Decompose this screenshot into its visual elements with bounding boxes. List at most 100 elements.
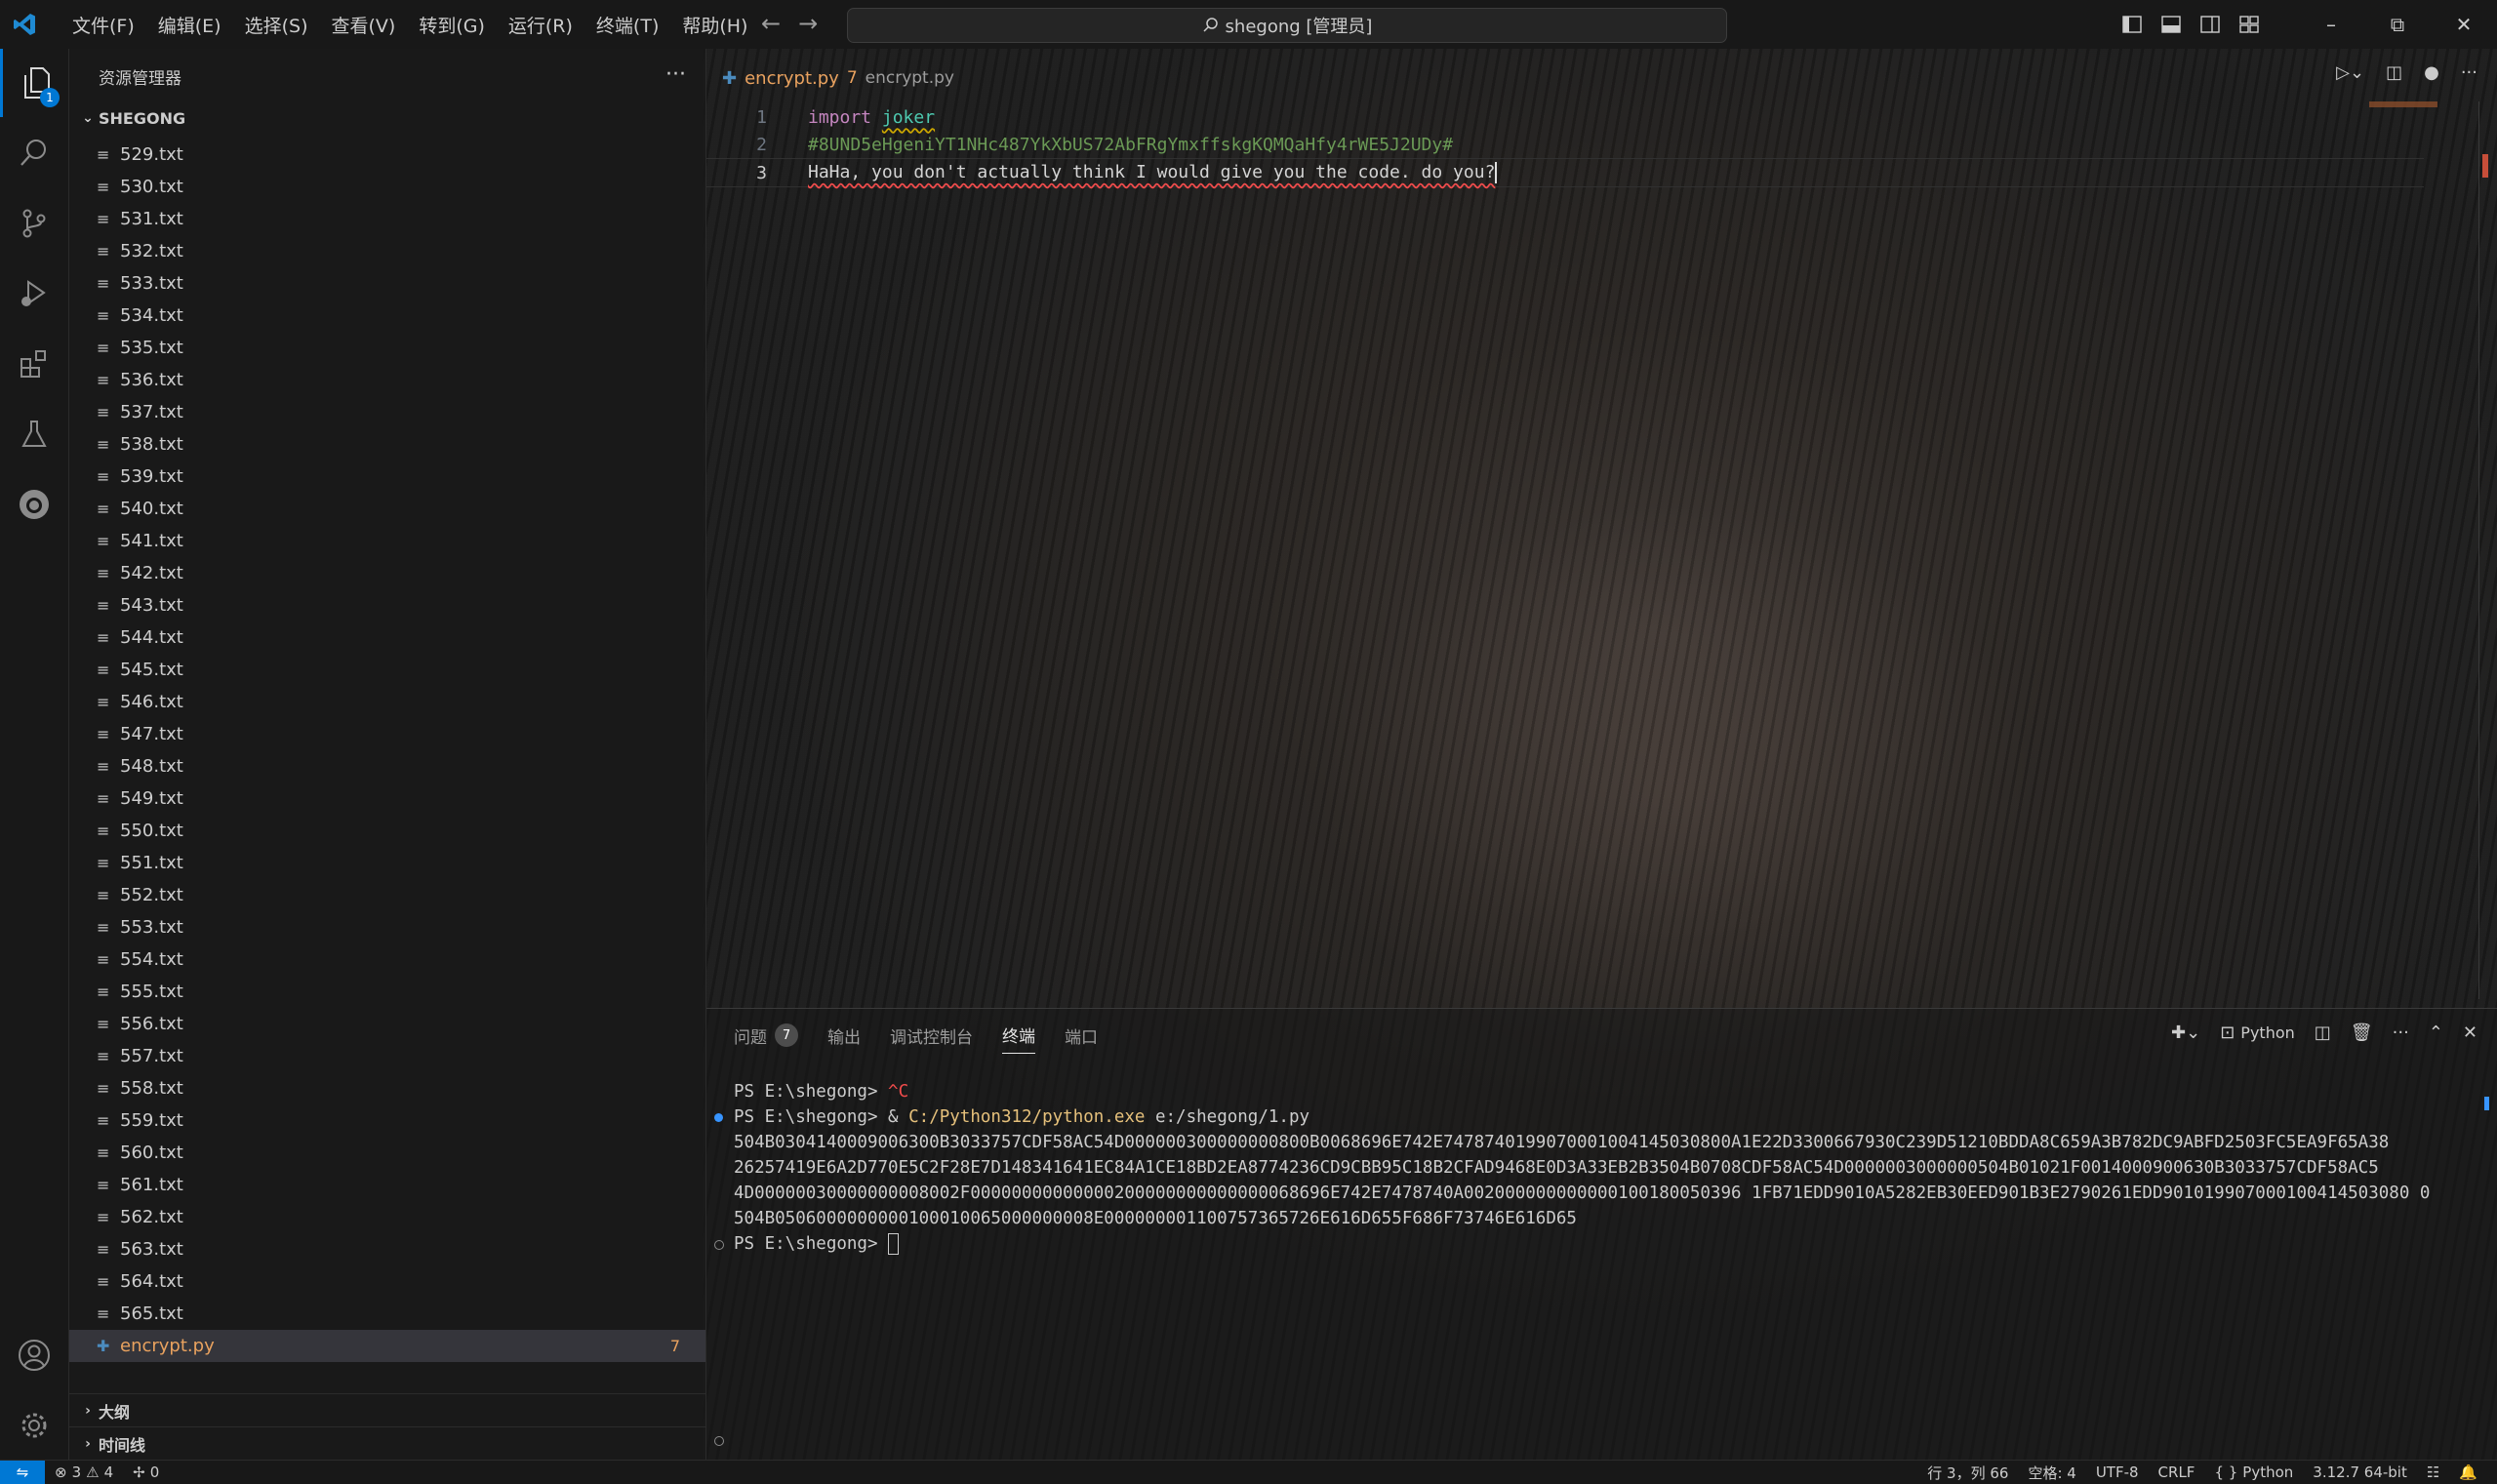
- file-item[interactable]: ≡ 545.txt: [69, 654, 705, 686]
- file-item[interactable]: ≡ 536.txt: [69, 364, 705, 396]
- menu-run[interactable]: 运行(R): [497, 6, 584, 44]
- tab-debug-console[interactable]: 调试控制台: [890, 1023, 973, 1054]
- command-center-search[interactable]: shegong [管理员]: [847, 8, 1727, 43]
- cursor-position[interactable]: 行 3，列 66: [1917, 1463, 2018, 1483]
- menu-help[interactable]: 帮助(H): [670, 6, 759, 44]
- toggle-primary-sidebar-icon[interactable]: [2113, 0, 2152, 49]
- new-terminal-icon[interactable]: ✚⌄: [2171, 1023, 2200, 1043]
- menu-edit[interactable]: 编辑(E): [146, 6, 233, 44]
- feedback-icon[interactable]: ☷: [2417, 1464, 2449, 1481]
- tab-problems[interactable]: 问题 7: [734, 1023, 798, 1054]
- file-item[interactable]: ≡ 532.txt: [69, 235, 705, 267]
- search-view-icon[interactable]: [0, 119, 68, 187]
- settings-gear-icon[interactable]: [0, 1391, 68, 1460]
- file-item[interactable]: ≡ 562.txt: [69, 1201, 705, 1233]
- notifications-bell-icon[interactable]: 🔔: [2449, 1464, 2487, 1481]
- file-item[interactable]: ≡ 544.txt: [69, 622, 705, 654]
- indentation[interactable]: 空格: 4: [2018, 1463, 2085, 1483]
- split-editor-icon[interactable]: ◫: [2386, 62, 2402, 83]
- file-item[interactable]: ≡ 557.txt: [69, 1040, 705, 1072]
- file-item[interactable]: ≡ 560.txt: [69, 1137, 705, 1169]
- source-control-icon[interactable]: [0, 189, 68, 258]
- file-item[interactable]: ≡ 540.txt: [69, 493, 705, 525]
- file-item[interactable]: ≡ 554.txt: [69, 943, 705, 976]
- tab-terminal[interactable]: 终端: [1002, 1023, 1035, 1054]
- file-item[interactable]: ≡ 559.txt: [69, 1104, 705, 1137]
- split-terminal-icon[interactable]: ◫: [2315, 1023, 2331, 1043]
- explorer-icon[interactable]: 1: [0, 49, 71, 117]
- toggle-secondary-sidebar-icon[interactable]: [2191, 0, 2230, 49]
- file-item[interactable]: ≡ 547.txt: [69, 718, 705, 750]
- file-item[interactable]: ≡ 530.txt: [69, 171, 705, 203]
- run-file-icon[interactable]: ▷⌄: [2336, 62, 2364, 83]
- editor-scrollbar[interactable]: [2478, 101, 2489, 999]
- encoding[interactable]: UTF-8: [2086, 1464, 2149, 1481]
- file-item[interactable]: ≡ 539.txt: [69, 461, 705, 493]
- maximize-panel-icon[interactable]: ⌃: [2429, 1023, 2443, 1043]
- restore-icon[interactable]: ⧉: [2364, 0, 2431, 49]
- tab-output[interactable]: 输出: [827, 1023, 861, 1054]
- language-mode[interactable]: { } Python: [2204, 1464, 2303, 1481]
- file-item[interactable]: ≡ 548.txt: [69, 750, 705, 782]
- section-outline[interactable]: › 大纲: [69, 1393, 705, 1426]
- run-debug-icon[interactable]: [0, 260, 68, 328]
- section-timeline[interactable]: › 时间线: [69, 1426, 705, 1460]
- folder-shegong[interactable]: ⌄ SHEGONG: [69, 103, 705, 133]
- trash-icon[interactable]: 🗑: [2351, 1023, 2373, 1043]
- remote-indicator-icon[interactable]: ⇋: [0, 1461, 45, 1484]
- terminal-selector[interactable]: ⊡ Python: [2220, 1023, 2295, 1043]
- file-item[interactable]: ≡ 531.txt: [69, 203, 705, 235]
- menu-file[interactable]: 文件(F): [60, 6, 146, 44]
- minimize-icon[interactable]: –: [2298, 0, 2364, 49]
- terminal-output[interactable]: PS E:\shegong> ^C PS E:\shegong> & C:/Py…: [714, 1079, 2480, 1257]
- github-icon[interactable]: [0, 470, 68, 539]
- end-of-line[interactable]: CRLF: [2149, 1464, 2205, 1481]
- file-item[interactable]: ≡ 561.txt: [69, 1169, 705, 1201]
- file-item[interactable]: ≡ 549.txt: [69, 782, 705, 815]
- file-item[interactable]: ≡ 529.txt: [69, 139, 705, 171]
- testing-flask-icon[interactable]: [0, 400, 68, 468]
- file-item[interactable]: ≡ 553.txt: [69, 911, 705, 943]
- close-panel-icon[interactable]: ✕: [2463, 1023, 2477, 1043]
- file-item[interactable]: ≡ 546.txt: [69, 686, 705, 718]
- file-item[interactable]: ≡ 564.txt: [69, 1265, 705, 1298]
- tab-ports[interactable]: 端口: [1065, 1023, 1098, 1054]
- ports-status[interactable]: ✢ 0: [123, 1464, 169, 1481]
- problems-status[interactable]: ⊗ 3 ⚠ 4: [45, 1464, 123, 1481]
- file-item-encrypt-py[interactable]: ✚ encrypt.py 7: [69, 1330, 705, 1362]
- close-window-icon[interactable]: ✕: [2431, 0, 2497, 49]
- account-icon[interactable]: [0, 1321, 68, 1389]
- file-item[interactable]: ≡ 535.txt: [69, 332, 705, 364]
- command-pending-dot-icon[interactable]: [714, 1240, 724, 1250]
- editor-more-icon[interactable]: ···: [2461, 62, 2477, 83]
- unsaved-dot-icon[interactable]: ●: [2424, 62, 2439, 83]
- file-item[interactable]: ≡ 551.txt: [69, 847, 705, 879]
- menu-go[interactable]: 转到(G): [407, 6, 497, 44]
- file-item[interactable]: ≡ 550.txt: [69, 815, 705, 847]
- file-item[interactable]: ≡ 542.txt: [69, 557, 705, 589]
- minimap[interactable]: [2369, 101, 2437, 107]
- file-item[interactable]: ≡ 565.txt: [69, 1298, 705, 1330]
- panel-more-icon[interactable]: ···: [2393, 1023, 2409, 1043]
- customize-layout-icon[interactable]: [2230, 0, 2269, 49]
- file-item[interactable]: ≡ 537.txt: [69, 396, 705, 428]
- file-item[interactable]: ≡ 541.txt: [69, 525, 705, 557]
- file-item[interactable]: ≡ 552.txt: [69, 879, 705, 911]
- python-interpreter[interactable]: 3.12.7 64-bit: [2303, 1464, 2417, 1481]
- menu-view[interactable]: 查看(V): [320, 6, 408, 44]
- menu-selection[interactable]: 选择(S): [233, 6, 320, 44]
- file-item[interactable]: ≡ 558.txt: [69, 1072, 705, 1104]
- file-item[interactable]: ≡ 556.txt: [69, 1008, 705, 1040]
- file-item[interactable]: ≡ 533.txt: [69, 267, 705, 300]
- file-item[interactable]: ≡ 563.txt: [69, 1233, 705, 1265]
- file-item[interactable]: ≡ 555.txt: [69, 976, 705, 1008]
- extensions-icon[interactable]: [0, 330, 68, 398]
- toggle-panel-icon[interactable]: [2152, 0, 2191, 49]
- command-success-dot-icon[interactable]: [714, 1113, 723, 1122]
- tab-encrypt-py[interactable]: ✚ encrypt.py 7 encrypt.py: [706, 68, 970, 89]
- file-item[interactable]: ≡ 543.txt: [69, 589, 705, 622]
- forward-arrow-icon[interactable]: →: [798, 10, 818, 37]
- terminal-scrollbar[interactable]: [2484, 1097, 2489, 1110]
- menu-terminal[interactable]: 终端(T): [584, 6, 670, 44]
- file-item[interactable]: ≡ 534.txt: [69, 300, 705, 332]
